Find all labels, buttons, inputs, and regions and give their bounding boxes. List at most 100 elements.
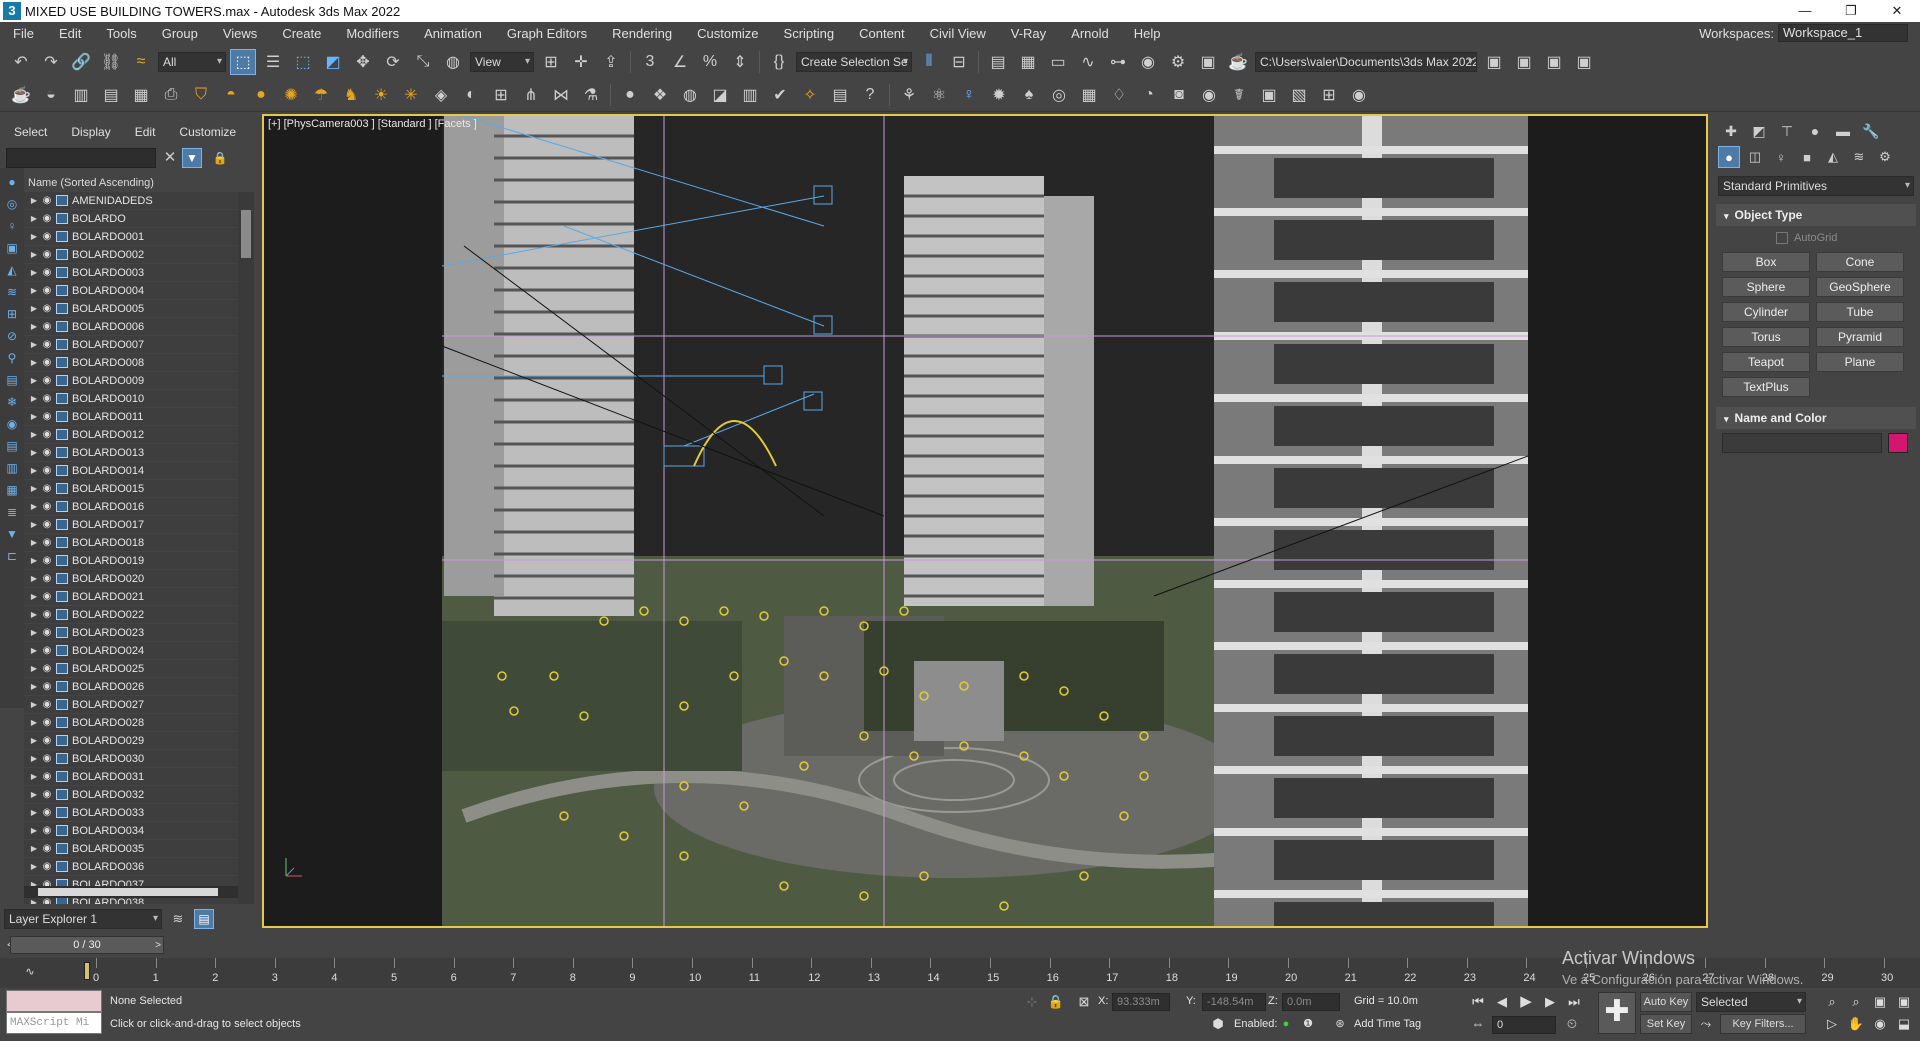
expand-icon[interactable]: ▶ [28,394,40,403]
object-type-header[interactable]: ▾ Object Type [1716,204,1916,226]
explorer-menu-display[interactable]: Display [57,122,120,142]
list-item[interactable]: ▶ ◉ BOLARDO030 [24,750,238,768]
visibility-icon[interactable]: ◉ [40,861,54,872]
curve-editor-toggle-icon[interactable]: ∿ [20,962,40,982]
visibility-icon[interactable]: ◉ [40,465,54,476]
visibility-icon[interactable]: ◉ [40,771,54,782]
restore-button[interactable]: ❐ [1828,0,1874,22]
expand-icon[interactable]: ▶ [28,808,40,817]
current-frame-field[interactable]: 0 [1492,1016,1556,1034]
snaps-toggle-icon[interactable]: 3 [637,49,663,75]
visibility-icon[interactable]: ◉ [40,483,54,494]
visibility-icon[interactable]: ◉ [40,537,54,548]
visibility-icon[interactable]: ◉ [40,285,54,296]
list-item[interactable]: ▶ ◉ BOLARDO032 [24,786,238,804]
display-none-icon[interactable]: ▥ [2,458,22,478]
zoom-all-icon[interactable]: ⌕ [1846,992,1866,1012]
select-scale-icon[interactable]: ⤡ [410,49,436,75]
schematic-view-icon[interactable]: ⊶ [1105,49,1131,75]
display-spacewarps-icon[interactable]: ≋ [2,282,22,302]
vray-enmesh-icon[interactable]: ⚗ [578,82,604,108]
x-coordinate-field[interactable]: 93.333m [1112,993,1170,1011]
vray-light-plane-icon[interactable]: ⛉ [188,82,214,108]
link-icon[interactable]: 🔗 [68,49,94,75]
visibility-icon[interactable]: ◉ [40,843,54,854]
select-rotate-icon[interactable]: ⟳ [380,49,406,75]
display-folder-icon[interactable]: ⊏ [2,546,22,566]
display-frozen-icon[interactable]: ❄ [2,392,22,412]
arnold-bulb-icon[interactable]: ♢ [1106,82,1132,108]
sort-icon[interactable]: ▤ [194,909,214,929]
maxscript-mini-listener[interactable]: MAXScript Mi [6,1012,102,1034]
arnold-text-icon[interactable]: ▦ [1076,82,1102,108]
add-time-tag[interactable]: Add Time Tag [1354,1018,1421,1030]
list-item[interactable]: ▶ ◉ BOLARDO028 [24,714,238,732]
list-item[interactable]: ▶ ◉ BOLARDO020 [24,570,238,588]
scrollbar-thumb[interactable] [38,888,218,896]
expand-icon[interactable]: ▶ [28,718,40,727]
arnold-shader-icon[interactable]: ◎ [1046,82,1072,108]
arnold-lightbulb-icon[interactable]: ☤ [1226,82,1252,108]
list-item[interactable]: ▶ ◉ BOLARDO024 [24,642,238,660]
go-to-end-icon[interactable]: ⏭ [1564,992,1584,1012]
expand-icon[interactable]: ▶ [28,700,40,709]
expand-icon[interactable]: ▶ [28,754,40,763]
visibility-icon[interactable]: ◉ [40,393,54,404]
shapes-icon[interactable]: ◫ [1744,146,1766,168]
explorer-menu-customize[interactable]: Customize [165,122,246,142]
menu-graph-editors[interactable]: Graph Editors [494,26,599,41]
material-editor-icon[interactable]: ◉ [1135,49,1161,75]
zoom-icon[interactable]: ⌕ [1822,992,1842,1012]
project-icon-3[interactable]: ▣ [1541,49,1567,75]
vray-help-icon[interactable]: ? [857,82,883,108]
display-groups-icon[interactable]: ⊞ [2,304,22,324]
undo-icon[interactable]: ↶ [8,49,34,75]
display-bones-icon[interactable]: ⚲ [2,348,22,368]
layer-explorer-icon[interactable]: ▦ [1015,49,1041,75]
project-icon-4[interactable]: ▣ [1571,49,1597,75]
lock-icon[interactable]: 🔒 [212,148,228,168]
vray-fur-icon[interactable]: ▤ [98,82,124,108]
visibility-icon[interactable]: ◉ [40,411,54,422]
geometry-icon[interactable]: ● [1718,146,1740,168]
rectangular-selection-icon[interactable]: ⬚ [290,49,316,75]
display-helpers-icon[interactable]: ◭ [2,260,22,280]
list-item[interactable]: ▶ ◉ BOLARDO033 [24,804,238,822]
menu-content[interactable]: Content [846,26,917,41]
camera-viewport[interactable]: [+] [PhysCamera003 ] [Standard ] [Facets… [262,114,1708,928]
visibility-icon[interactable]: ◉ [40,825,54,836]
minimize-button[interactable]: — [1782,0,1828,22]
vray-sphere-icon[interactable]: ◒ [38,82,64,108]
vray-multi-sphere-icon[interactable]: ❖ [647,82,673,108]
list-item[interactable]: ▶ ◉ BOLARDO003 [24,264,238,282]
filter-icon[interactable]: ▼ [182,148,202,168]
visibility-icon[interactable]: ◉ [40,555,54,566]
expand-icon[interactable]: ▶ [28,844,40,853]
vray-frame-buffer-icon[interactable]: ▥ [737,82,763,108]
viewport-label[interactable]: [+] [PhysCamera003 ] [Standard ] [Facets… [268,118,477,130]
set-key-button[interactable]: Set Key [1640,1014,1692,1034]
list-item[interactable]: ▶ ◉ BOLARDO017 [24,516,238,534]
visibility-icon[interactable]: ◉ [40,681,54,692]
visibility-icon[interactable]: ◉ [40,501,54,512]
visibility-icon[interactable]: ◉ [40,429,54,440]
select-place-icon[interactable]: ◍ [440,49,466,75]
explorer-menu-select[interactable]: Select [0,122,57,142]
arnold-export-icon[interactable]: ▧ [1286,82,1312,108]
window-crossing-icon[interactable]: ◩ [320,49,346,75]
list-item[interactable]: ▶ ◉ BOLARDO010 [24,390,238,408]
visibility-icon[interactable]: ◉ [40,303,54,314]
menu-vray[interactable]: V-Ray [998,26,1058,41]
default-in-out-tangent-icon[interactable]: ⤳ [1696,1014,1716,1034]
menu-create[interactable]: Create [269,26,333,41]
expand-icon[interactable]: ▶ [28,502,40,511]
menu-arnold[interactable]: Arnold [1058,26,1121,41]
angle-snap-icon[interactable]: ∠ [667,49,693,75]
vray-plane-icon[interactable]: ◈ [428,82,454,108]
curve-editor-icon[interactable]: ∿ [1075,49,1101,75]
vray-logo-icon[interactable]: ✔ [767,82,793,108]
key-mode-icon[interactable]: ⇔ [1468,1014,1488,1034]
expand-icon[interactable]: ▶ [28,250,40,259]
toggle-ribbon-icon[interactable]: ▭ [1045,49,1071,75]
teapot-icon[interactable]: ☕ [8,82,34,108]
